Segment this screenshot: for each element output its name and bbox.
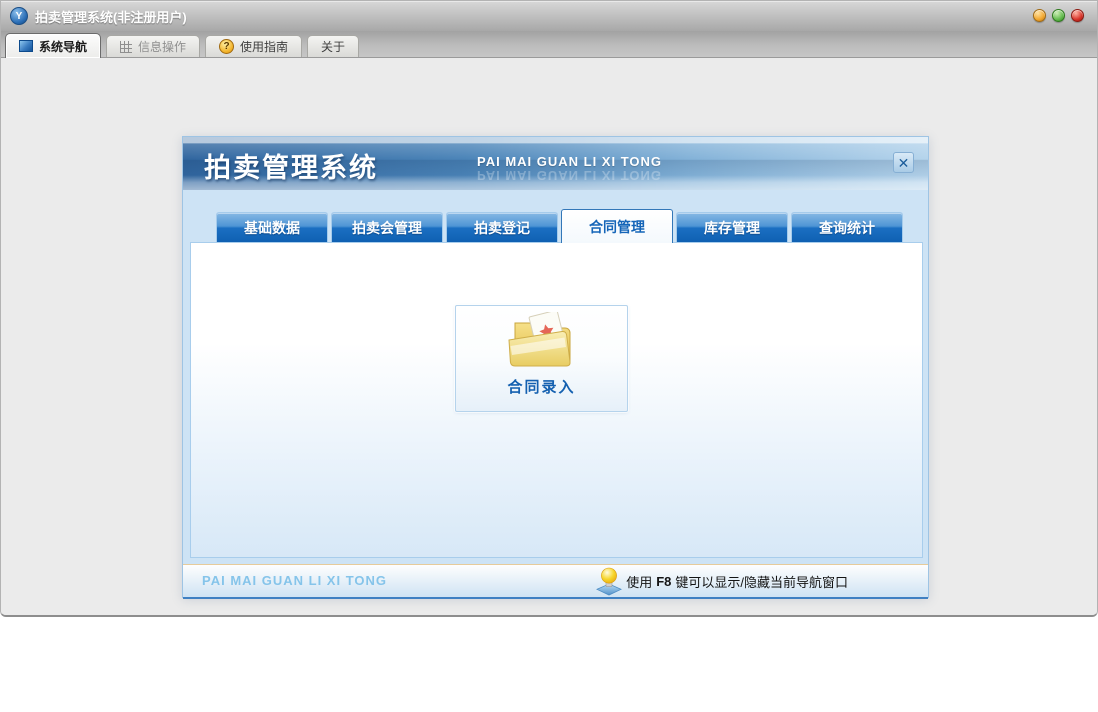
- close-window-button[interactable]: [1071, 9, 1084, 22]
- tab-label: 关于: [321, 40, 346, 54]
- dialog-tab-auction-management[interactable]: 拍卖会管理: [331, 212, 443, 242]
- grid-icon: [120, 40, 133, 53]
- page: Y 拍卖管理系统(非注册用户) 系统导航 信息操作 ? 使用指南 关于 拍卖管理…: [0, 0, 1098, 712]
- dialog-tab-contract-management[interactable]: 合同管理: [561, 209, 673, 243]
- dialog-subtitle: PAI MAI GUAN LI XI TONG: [477, 154, 663, 169]
- window-title: 拍卖管理系统(非注册用户): [35, 9, 187, 25]
- footer-tip-key: F8: [656, 573, 672, 589]
- workarea: 拍卖管理系统 PAI MAI GUAN LI XI TONG PAI MAI G…: [1, 58, 1097, 615]
- dialog-tab-query-statistics[interactable]: 查询统计: [791, 212, 903, 242]
- tab-info-operation[interactable]: 信息操作: [106, 35, 201, 57]
- dialog-tab-inventory-management[interactable]: 库存管理: [676, 212, 788, 242]
- footer-tip: 使用 F8 键可以显示/隐藏当前导航窗口: [596, 565, 848, 597]
- tab-about[interactable]: 关于: [307, 35, 360, 57]
- tab-system-navigation[interactable]: 系统导航: [5, 33, 102, 58]
- window-tabstrip: 系统导航 信息操作 ? 使用指南 关于: [1, 31, 1097, 58]
- shortcut-label: 合同录入: [507, 379, 576, 396]
- footer-tip-suffix: 键可以显示/隐藏当前导航窗口: [675, 574, 848, 590]
- maximize-button[interactable]: [1052, 9, 1065, 22]
- tab-label: 系统导航: [39, 39, 88, 54]
- tab-user-guide[interactable]: ? 使用指南: [205, 35, 303, 57]
- folder-document-icon: [507, 312, 571, 367]
- contract-entry-button[interactable]: 合同录入: [455, 305, 628, 412]
- navigator-dialog: 拍卖管理系统 PAI MAI GUAN LI XI TONG PAI MAI G…: [182, 136, 929, 599]
- app-window: Y 拍卖管理系统(非注册用户) 系统导航 信息操作 ? 使用指南 关于 拍卖管理…: [0, 0, 1098, 617]
- lightbulb-icon: [596, 567, 623, 595]
- dialog-header: 拍卖管理系统 PAI MAI GUAN LI XI TONG PAI MAI G…: [183, 137, 928, 190]
- dialog-subtitle-reflection: PAI MAI GUAN LI XI TONG: [477, 168, 663, 183]
- tab-label: 使用指南: [240, 40, 289, 54]
- footer-brand: PAI MAI GUAN LI XI TONG: [202, 573, 388, 588]
- close-dialog-button[interactable]: ✕: [893, 152, 914, 173]
- question-circle-icon: ?: [219, 39, 235, 54]
- dialog-title: 拍卖管理系统: [204, 153, 378, 183]
- blue-square-icon: [19, 40, 33, 52]
- dialog-footer: PAI MAI GUAN LI XI TONG 使用 F8 键可以显示/隐藏当前…: [183, 564, 928, 599]
- footer-tip-prefix: 使用: [626, 574, 653, 590]
- dialog-tab-basic-data[interactable]: 基础数据: [216, 212, 328, 242]
- titlebar[interactable]: Y 拍卖管理系统(非注册用户): [1, 1, 1097, 31]
- dialog-tab-auction-registration[interactable]: 拍卖登记: [446, 212, 558, 242]
- app-logo-icon: Y: [10, 7, 28, 25]
- window-controls: [1033, 9, 1084, 22]
- tab-label: 信息操作: [138, 40, 187, 54]
- minimize-button[interactable]: [1033, 9, 1046, 22]
